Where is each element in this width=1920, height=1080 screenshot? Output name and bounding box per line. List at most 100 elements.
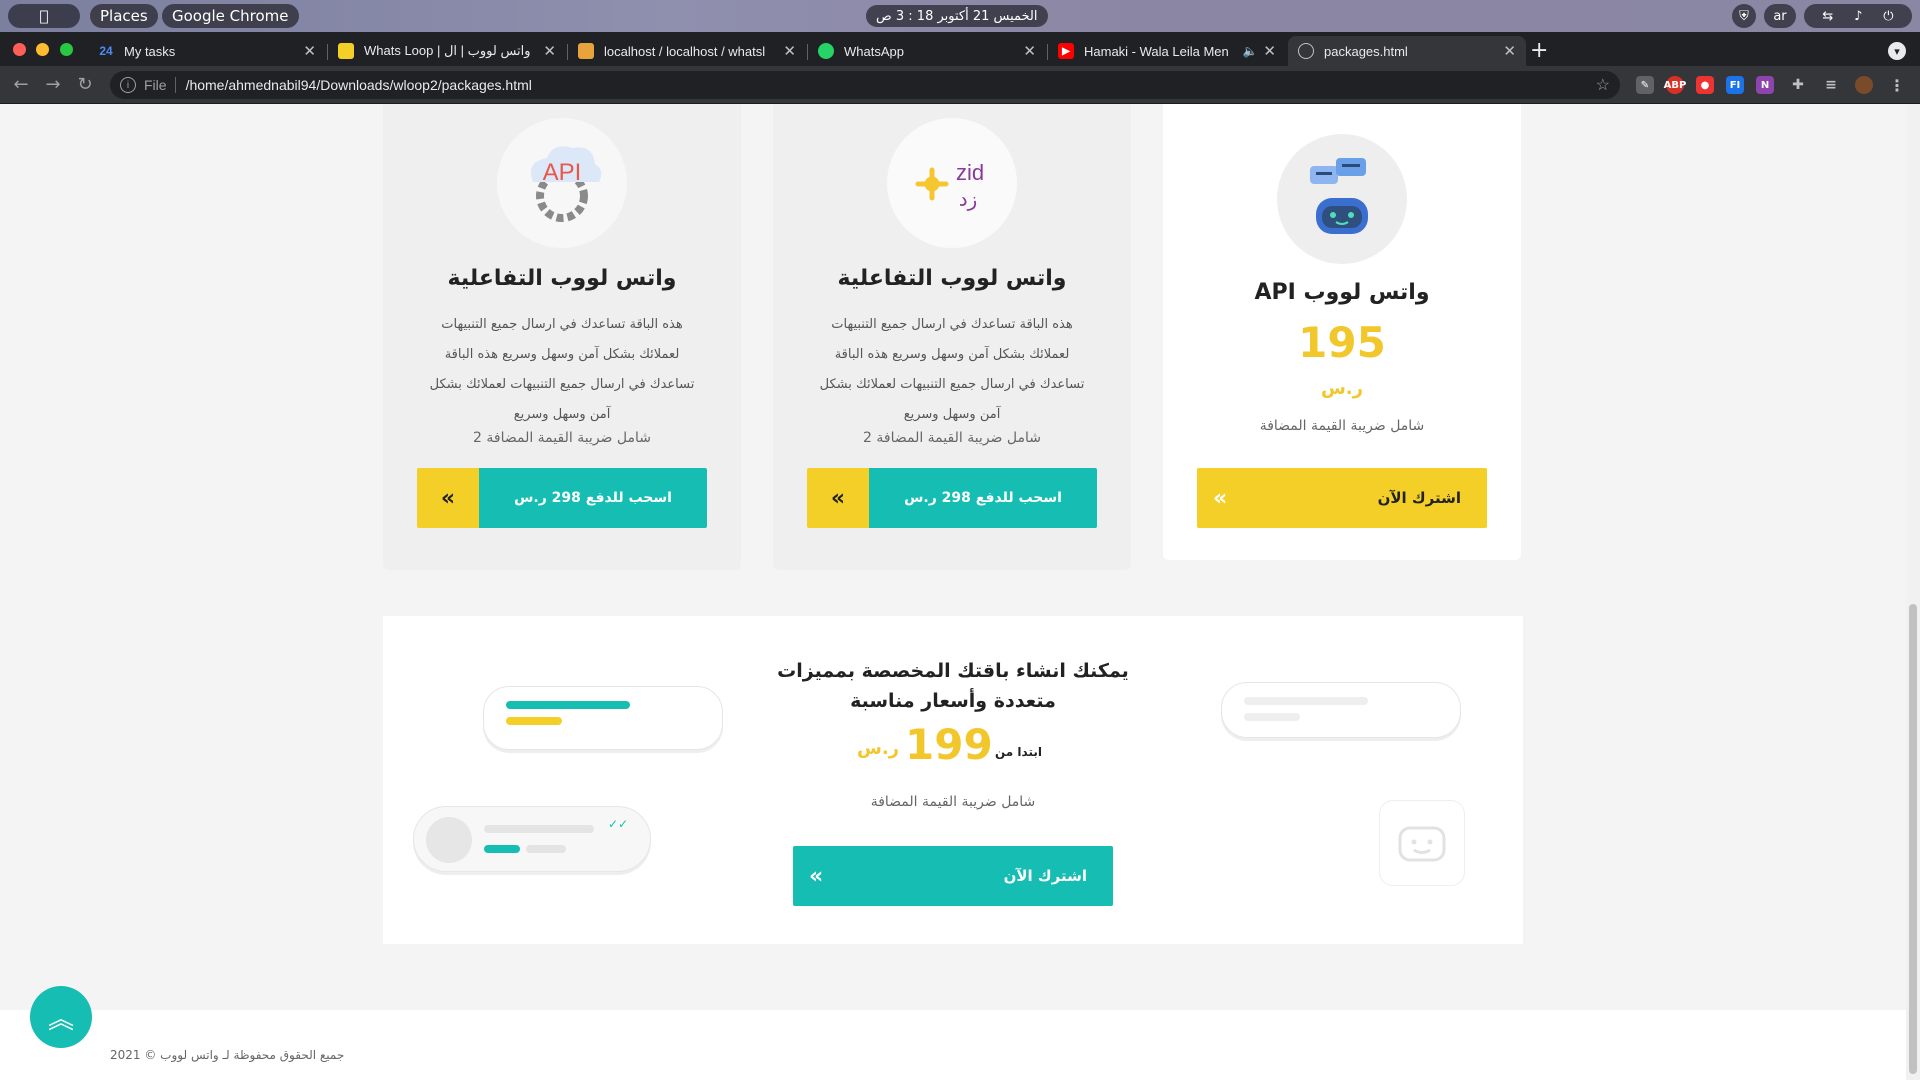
double-check-icon: ✓✓ [608,817,629,831]
tasks-24-icon: 24 [99,44,113,58]
package-description: هذه الباقة تساعدك في ارسال جميع التنبيها… [819,317,1085,422]
contact-illustration: ✓✓ [413,806,651,872]
shield-icon[interactable]: ⛨ [1732,4,1756,28]
close-tab-icon[interactable]: ✕ [1023,42,1036,60]
pay-button-label: اسحب للدفع 298 ر.س [479,468,707,528]
address-bar[interactable]: i File /home/ahmednabil94/Downloads/wloo… [110,71,1620,99]
vat-note: شامل ضريبة القيمة المضافة [870,794,1036,810]
tab-whatsapp[interactable]: WhatsApp ✕ [808,36,1046,66]
vat-note: شامل ضريبة القيمة المضافة 2 [473,430,651,446]
tab-whats-loop[interactable]: Whats Loop | واتس لووب | ال ✕ [328,36,566,66]
bookmark-star-icon[interactable]: ☆ [1596,75,1610,95]
tab-title: WhatsApp [844,43,904,59]
svg-text:zid: zid [956,160,984,185]
custom-package-section: ✓✓ يمكنك انشاء باقتك المخصصة بمميزات متع… [383,616,1523,944]
menu-kebab-icon[interactable]: ⋮ [1888,76,1906,95]
page-scrollbar[interactable] [1906,104,1920,1080]
subscribe-button-label: اشترك الآن [1377,489,1461,507]
new-tab-button[interactable]: + [1530,38,1548,63]
whatsapp-icon [818,43,834,59]
subscribe-custom-button[interactable]: « اشترك الآن [793,846,1113,906]
adblock-extension-icon[interactable]: ABP [1664,76,1686,94]
scroll-to-top-button[interactable]: ︽ [30,986,92,1048]
tab-youtube[interactable]: ▶ Hamaki - Wala Leila Men 🔈 ✕ [1048,36,1286,66]
os-top-bar:  Places Google Chrome الخميس 21 أكتوبر … [0,0,1920,32]
package-currency: ر.س [1320,378,1364,399]
chatbot-icon [1277,134,1407,264]
puzzle-extensions-icon[interactable]: ✚ [1789,76,1807,94]
tab-search-icon[interactable]: ▾ [1888,42,1906,60]
system-status[interactable]: ⇆ ♪ ⏻ [1804,4,1912,28]
close-tab-icon[interactable]: ✕ [543,42,556,60]
grammar-extension-icon[interactable]: ● [1696,76,1714,94]
subscribe-button-label: اشترك الآن [1003,867,1087,885]
page-content: API واتس لووب التفاعلية هذه الباقة تساعد… [0,104,1906,1080]
double-chevron-icon: « [807,468,869,528]
app-menu[interactable]: Google Chrome [162,4,299,28]
globe-icon [1298,43,1314,59]
tab-packages[interactable]: packages.html ✕ [1288,36,1526,66]
custom-package-title: يمكنك انشاء باقتك المخصصة بمميزات متعددة… [777,660,1129,712]
maximize-window-button[interactable] [60,43,73,56]
apple-menu-icon[interactable]:  [8,4,80,28]
reading-list-icon[interactable]: ≡ [1822,76,1840,94]
tab-title: localhost / localhost / whatsl [604,43,766,59]
url-scheme: File [144,77,167,93]
pay-button[interactable]: « اسحب للدفع 298 ر.س [417,468,707,528]
subscribe-now-button[interactable]: « اشترك الآن [1197,468,1487,528]
svg-text:API: API [543,159,582,186]
package-title: واتس لووب التفاعلية [447,266,677,291]
close-tab-icon[interactable]: ✕ [1263,42,1276,60]
tab-title: Whats Loop | واتس لووب | ال [364,43,531,58]
language-indicator[interactable]: ar [1764,4,1796,28]
browser-tab-strip: 24 My tasks ✕ Whats Loop | واتس لووب | ا… [0,32,1920,66]
audio-playing-icon[interactable]: 🔈 [1242,44,1257,58]
package-price: 195 [1298,318,1386,367]
whatsloop-icon [338,43,354,59]
vat-note: شامل ضريبة القيمة المضافة 2 [863,430,1041,446]
minimize-window-button[interactable] [36,43,49,56]
network-icon: ⇆ [1822,8,1834,24]
browser-toolbar: ← → ↻ i File /home/ahmednabil94/Download… [0,66,1920,104]
new-extension-icon[interactable]: N [1756,76,1774,94]
package-card-api: واتس لووب API 195 ر.س شامل ضريبة القيمة … [1163,104,1521,560]
custom-price: 199 [905,720,993,769]
svg-text:زد: زد [959,187,978,211]
tab-phpmyadmin[interactable]: localhost / localhost / whatsl ✕ [568,36,806,66]
double-chevron-icon: « [1213,485,1228,511]
reload-icon[interactable]: ↻ [74,74,96,95]
close-tab-icon[interactable]: ✕ [783,42,796,60]
back-arrow-icon[interactable]: ← [10,74,32,95]
pen-extension-icon[interactable]: ✎ [1636,76,1654,94]
info-icon[interactable]: i [120,77,136,93]
tab-title: Hamaki - Wala Leila Men [1084,43,1229,59]
page-footer: جميع الحقوق محفوظة لـ واتس لووب © 2021 [0,1010,1906,1080]
tab-my-tasks[interactable]: 24 My tasks ✕ [88,36,326,66]
places-menu[interactable]: Places [90,4,158,28]
profile-avatar[interactable] [1855,76,1873,94]
package-title: واتس لووب التفاعلية [837,266,1067,291]
chat-bubble-illustration [1221,682,1461,738]
chevron-up-icon: ︽ [47,1004,74,1035]
package-card-zid-interactive: zid زد واتس لووب التفاعلية هذه الباقة تس… [773,104,1131,570]
zid-icon: zid زد [887,118,1017,248]
scrollbar-thumb[interactable] [1909,604,1917,1074]
close-tab-icon[interactable]: ✕ [303,42,316,60]
power-icon: ⏻ [1883,8,1894,24]
close-tab-icon[interactable]: ✕ [1503,42,1516,60]
package-description: هذه الباقة تساعدك في ارسال جميع التنبيها… [429,317,695,422]
translate-extension-icon[interactable]: FI [1726,76,1744,94]
vat-note: شامل ضريبة القيمة المضافة [1259,418,1425,434]
clock[interactable]: الخميس 21 أكتوبر 18 : 3 ص [866,5,1048,27]
close-window-button[interactable] [13,43,26,56]
pay-button-label: اسحب للدفع 298 ر.س [869,468,1097,528]
package-card-api-interactive: API واتس لووب التفاعلية هذه الباقة تساعد… [383,104,741,570]
tab-title: My tasks [124,43,176,59]
copyright-text: جميع الحقوق محفوظة لـ واتس لووب © 2021 [110,1048,345,1062]
pay-button[interactable]: « اسحب للدفع 298 ر.س [807,468,1097,528]
youtube-icon: ▶ [1058,43,1074,59]
forward-arrow-icon[interactable]: → [42,74,64,95]
url-text[interactable]: /home/ahmednabil94/Downloads/wloop2/pack… [186,77,532,93]
volume-icon: ♪ [1854,8,1863,24]
chat-bubble-illustration [483,686,723,750]
